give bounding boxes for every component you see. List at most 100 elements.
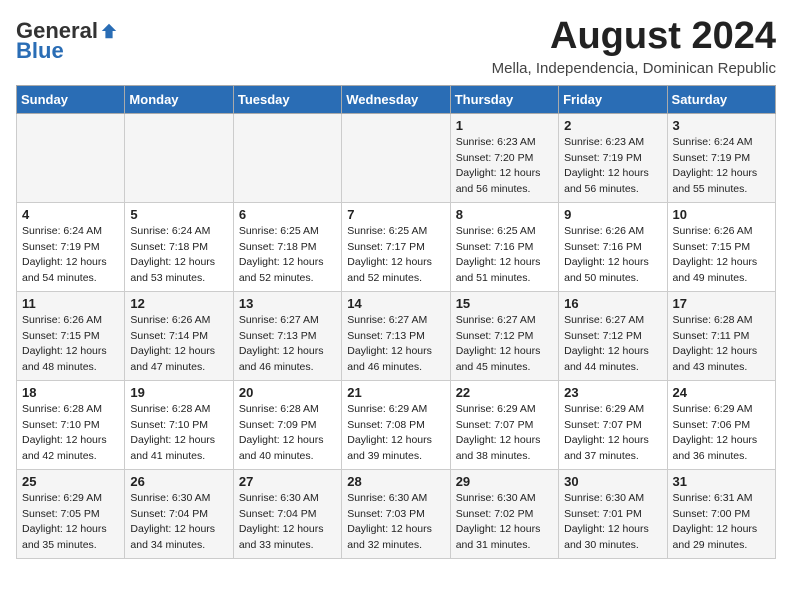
- day-number: 24: [673, 385, 770, 400]
- calendar-week-row: 25 Sunrise: 6:29 AM Sunset: 7:05 PM Dayli…: [17, 469, 776, 558]
- weekday-header-row: SundayMondayTuesdayWednesdayThursdayFrid…: [17, 85, 776, 113]
- calendar-cell: 9 Sunrise: 6:26 AM Sunset: 7:16 PM Daylig…: [559, 202, 667, 291]
- calendar-cell: 4Sunrise: 6:24 AM Sunset: 7:19 PM Daylig…: [17, 202, 125, 291]
- day-number: 11: [22, 296, 119, 311]
- day-number: 26: [130, 474, 227, 489]
- day-info: Sunrise: 6:30 AM Sunset: 7:04 PM Dayligh…: [239, 491, 336, 554]
- weekday-header-thursday: Thursday: [450, 85, 558, 113]
- calendar-cell: 30Sunrise: 6:30 AM Sunset: 7:01 PM Dayli…: [559, 469, 667, 558]
- day-info: Sunrise: 6:28 AM Sunset: 7:10 PM Dayligh…: [22, 402, 119, 465]
- calendar-cell: 11 Sunrise: 6:26 AM Sunset: 7:15 PM Dayli…: [17, 291, 125, 380]
- calendar-week-row: 11 Sunrise: 6:26 AM Sunset: 7:15 PM Dayli…: [17, 291, 776, 380]
- day-info: Sunrise: 6:27 AM Sunset: 7:12 PM Dayligh…: [456, 313, 553, 376]
- day-number: 22: [456, 385, 553, 400]
- day-info: Sunrise: 6:30 AM Sunset: 7:02 PM Dayligh…: [456, 491, 553, 554]
- calendar-cell: 1Sunrise: 6:23 AM Sunset: 7:20 PM Daylig…: [450, 113, 558, 202]
- calendar-body: 1Sunrise: 6:23 AM Sunset: 7:20 PM Daylig…: [17, 113, 776, 558]
- day-number: 21: [347, 385, 444, 400]
- day-number: 14: [347, 296, 444, 311]
- calendar-cell: 14 Sunrise: 6:27 AM Sunset: 7:13 PM Dayli…: [342, 291, 450, 380]
- calendar-cell: [17, 113, 125, 202]
- day-info: Sunrise: 6:24 AM Sunset: 7:18 PM Dayligh…: [130, 224, 227, 287]
- calendar-cell: 23 Sunrise: 6:29 AM Sunset: 7:07 PM Dayli…: [559, 380, 667, 469]
- calendar-cell: 7 Sunrise: 6:25 AM Sunset: 7:17 PM Daylig…: [342, 202, 450, 291]
- day-info: Sunrise: 6:28 AM Sunset: 7:11 PM Dayligh…: [673, 313, 770, 376]
- day-info: Sunrise: 6:30 AM Sunset: 7:04 PM Dayligh…: [130, 491, 227, 554]
- day-info: Sunrise: 6:29 AM Sunset: 7:07 PM Dayligh…: [564, 402, 661, 465]
- calendar-cell: 13 Sunrise: 6:27 AM Sunset: 7:13 PM Dayli…: [233, 291, 341, 380]
- day-info: Sunrise: 6:26 AM Sunset: 7:15 PM Dayligh…: [22, 313, 119, 376]
- day-number: 31: [673, 474, 770, 489]
- day-info: Sunrise: 6:23 AM Sunset: 7:19 PM Dayligh…: [564, 135, 661, 198]
- day-number: 6: [239, 207, 336, 222]
- day-number: 16: [564, 296, 661, 311]
- calendar-cell: 27 Sunrise: 6:30 AM Sunset: 7:04 PM Dayli…: [233, 469, 341, 558]
- calendar-cell: 10 Sunrise: 6:26 AM Sunset: 7:15 PM Dayli…: [667, 202, 775, 291]
- calendar-cell: 26 Sunrise: 6:30 AM Sunset: 7:04 PM Dayli…: [125, 469, 233, 558]
- day-info: Sunrise: 6:26 AM Sunset: 7:15 PM Dayligh…: [673, 224, 770, 287]
- logo-blue-text: Blue: [16, 38, 64, 63]
- day-info: Sunrise: 6:31 AM Sunset: 7:00 PM Dayligh…: [673, 491, 770, 554]
- calendar-cell: 8Sunrise: 6:25 AM Sunset: 7:16 PM Daylig…: [450, 202, 558, 291]
- day-info: Sunrise: 6:27 AM Sunset: 7:12 PM Dayligh…: [564, 313, 661, 376]
- calendar-cell: [125, 113, 233, 202]
- calendar-cell: 6 Sunrise: 6:25 AM Sunset: 7:18 PM Daylig…: [233, 202, 341, 291]
- day-number: 9: [564, 207, 661, 222]
- weekday-header-wednesday: Wednesday: [342, 85, 450, 113]
- calendar-cell: 12Sunrise: 6:26 AM Sunset: 7:14 PM Dayli…: [125, 291, 233, 380]
- calendar-cell: 15 Sunrise: 6:27 AM Sunset: 7:12 PM Dayli…: [450, 291, 558, 380]
- calendar-week-row: 4Sunrise: 6:24 AM Sunset: 7:19 PM Daylig…: [17, 202, 776, 291]
- calendar-cell: 5 Sunrise: 6:24 AM Sunset: 7:18 PM Daylig…: [125, 202, 233, 291]
- day-number: 20: [239, 385, 336, 400]
- calendar-cell: 2 Sunrise: 6:23 AM Sunset: 7:19 PM Daylig…: [559, 113, 667, 202]
- calendar-cell: 31 Sunrise: 6:31 AM Sunset: 7:00 PM Dayli…: [667, 469, 775, 558]
- day-number: 19: [130, 385, 227, 400]
- day-number: 17: [673, 296, 770, 311]
- weekday-header-saturday: Saturday: [667, 85, 775, 113]
- day-info: Sunrise: 6:30 AM Sunset: 7:01 PM Dayligh…: [564, 491, 661, 554]
- location-subtitle: Mella, Independencia, Dominican Republic: [492, 60, 776, 77]
- day-number: 27: [239, 474, 336, 489]
- day-info: Sunrise: 6:27 AM Sunset: 7:13 PM Dayligh…: [239, 313, 336, 376]
- day-number: 28: [347, 474, 444, 489]
- calendar-cell: 22Sunrise: 6:29 AM Sunset: 7:07 PM Dayli…: [450, 380, 558, 469]
- calendar-cell: 24 Sunrise: 6:29 AM Sunset: 7:06 PM Dayli…: [667, 380, 775, 469]
- calendar-cell: 20 Sunrise: 6:28 AM Sunset: 7:09 PM Dayli…: [233, 380, 341, 469]
- weekday-header-tuesday: Tuesday: [233, 85, 341, 113]
- calendar-cell: 29 Sunrise: 6:30 AM Sunset: 7:02 PM Dayli…: [450, 469, 558, 558]
- day-info: Sunrise: 6:30 AM Sunset: 7:03 PM Dayligh…: [347, 491, 444, 554]
- day-info: Sunrise: 6:25 AM Sunset: 7:18 PM Dayligh…: [239, 224, 336, 287]
- day-info: Sunrise: 6:24 AM Sunset: 7:19 PM Dayligh…: [22, 224, 119, 287]
- day-number: 15: [456, 296, 553, 311]
- day-number: 10: [673, 207, 770, 222]
- day-number: 7: [347, 207, 444, 222]
- day-info: Sunrise: 6:24 AM Sunset: 7:19 PM Dayligh…: [673, 135, 770, 198]
- day-info: Sunrise: 6:29 AM Sunset: 7:06 PM Dayligh…: [673, 402, 770, 465]
- weekday-header-sunday: Sunday: [17, 85, 125, 113]
- day-info: Sunrise: 6:28 AM Sunset: 7:09 PM Dayligh…: [239, 402, 336, 465]
- logo-icon: [100, 22, 118, 40]
- title-area: August 2024 Mella, Independencia, Domini…: [492, 16, 776, 77]
- day-number: 2: [564, 118, 661, 133]
- day-info: Sunrise: 6:29 AM Sunset: 7:05 PM Dayligh…: [22, 491, 119, 554]
- day-info: Sunrise: 6:28 AM Sunset: 7:10 PM Dayligh…: [130, 402, 227, 465]
- calendar-cell: [342, 113, 450, 202]
- calendar-table: SundayMondayTuesdayWednesdayThursdayFrid…: [16, 85, 776, 559]
- day-number: 13: [239, 296, 336, 311]
- day-number: 23: [564, 385, 661, 400]
- calendar-header: SundayMondayTuesdayWednesdayThursdayFrid…: [17, 85, 776, 113]
- calendar-cell: 19 Sunrise: 6:28 AM Sunset: 7:10 PM Dayli…: [125, 380, 233, 469]
- day-info: Sunrise: 6:27 AM Sunset: 7:13 PM Dayligh…: [347, 313, 444, 376]
- day-info: Sunrise: 6:25 AM Sunset: 7:17 PM Dayligh…: [347, 224, 444, 287]
- calendar-week-row: 18Sunrise: 6:28 AM Sunset: 7:10 PM Dayli…: [17, 380, 776, 469]
- calendar-cell: 18Sunrise: 6:28 AM Sunset: 7:10 PM Dayli…: [17, 380, 125, 469]
- logo: General Blue: [16, 16, 118, 64]
- day-info: Sunrise: 6:29 AM Sunset: 7:08 PM Dayligh…: [347, 402, 444, 465]
- day-info: Sunrise: 6:26 AM Sunset: 7:16 PM Dayligh…: [564, 224, 661, 287]
- weekday-header-monday: Monday: [125, 85, 233, 113]
- day-number: 25: [22, 474, 119, 489]
- day-number: 29: [456, 474, 553, 489]
- day-number: 5: [130, 207, 227, 222]
- month-title: August 2024: [492, 16, 776, 58]
- day-info: Sunrise: 6:25 AM Sunset: 7:16 PM Dayligh…: [456, 224, 553, 287]
